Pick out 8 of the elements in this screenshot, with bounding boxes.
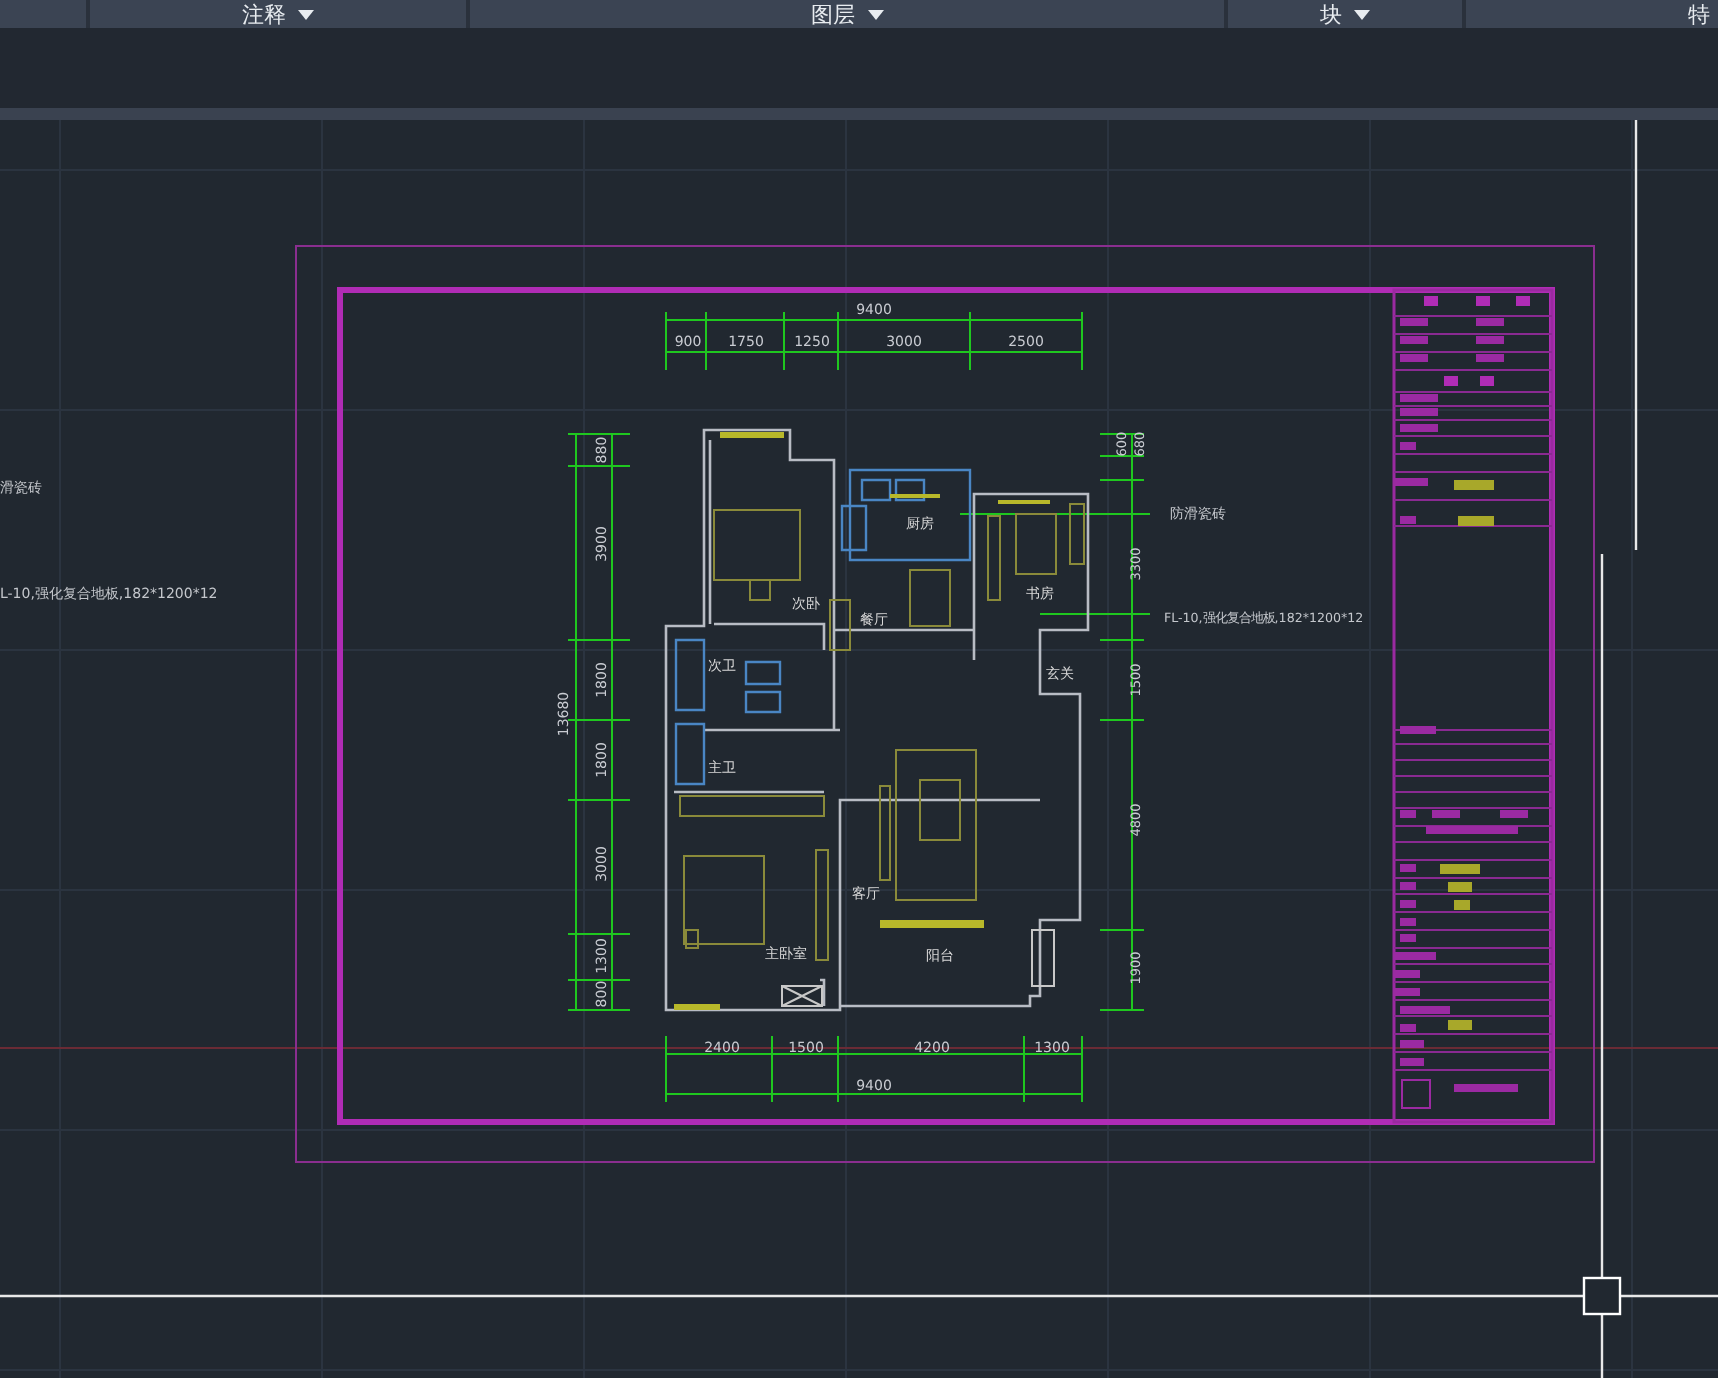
caret-icon[interactable]	[298, 9, 314, 19]
panel-title[interactable]: 块	[1320, 0, 1342, 29]
panel-title[interactable]: 图层	[811, 0, 855, 29]
caret-icon[interactable]	[867, 9, 883, 19]
pickbox-icon	[1582, 1276, 1622, 1316]
caret-icon[interactable]	[1354, 9, 1370, 19]
panel-title[interactable]: 注释	[242, 0, 286, 29]
panel-title[interactable]: 特	[1688, 0, 1710, 29]
